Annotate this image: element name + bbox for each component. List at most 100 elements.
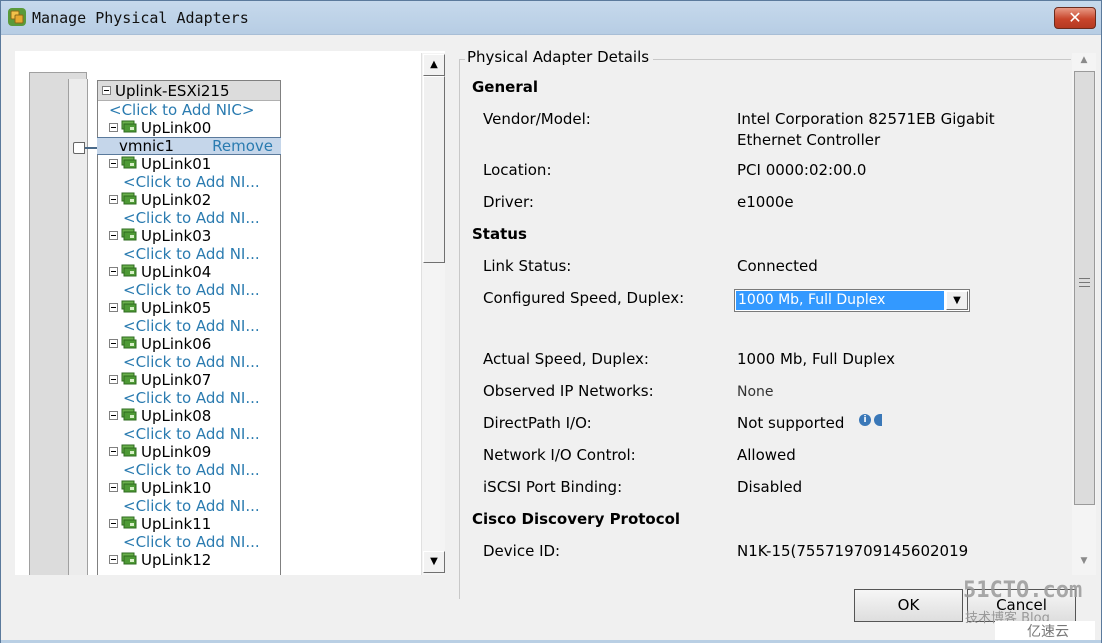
collapse-icon[interactable] — [102, 86, 111, 95]
uplink-row[interactable]: UpLink03 — [98, 227, 280, 245]
chevron-down-icon: ▼ — [953, 295, 961, 306]
collapse-icon[interactable] — [109, 123, 118, 132]
vendor-value-line2: Ethernet Controller — [737, 131, 881, 149]
info-icon[interactable]: i — [859, 414, 871, 426]
window-title: Manage Physical Adapters — [32, 9, 249, 27]
close-button[interactable]: ✕ — [1054, 7, 1096, 29]
location-label: Location: — [483, 161, 552, 179]
remove-nic-link[interactable]: Remove — [212, 137, 273, 155]
arrow-up-icon[interactable]: ▲ — [1072, 55, 1096, 65]
add-nic-row[interactable]: <Click to Add NI... — [98, 425, 280, 443]
scroll-thumb[interactable] — [1074, 71, 1095, 505]
uplink-name: UpLink08 — [141, 407, 212, 425]
uplink-row[interactable]: UpLink10 — [98, 479, 280, 497]
nic-card-icon — [121, 408, 137, 421]
uplink-name: UpLink05 — [141, 299, 212, 317]
uplink-row[interactable]: UpLink11 — [98, 515, 280, 533]
add-nic-link[interactable]: <Click to Add NI... — [123, 281, 260, 299]
observed-ip-label: Observed IP Networks: — [483, 382, 654, 400]
uplink-row[interactable]: UpLink01 — [98, 155, 280, 173]
close-icon: ✕ — [1068, 8, 1082, 27]
left-pane-scrollbar[interactable]: ▲ ▼ — [421, 53, 445, 575]
uplink-name: UpLink00 — [141, 119, 212, 137]
arrow-down-icon[interactable]: ▼ — [1072, 556, 1096, 566]
add-nic-link[interactable]: <Click to Add NI... — [123, 353, 260, 371]
collapse-icon[interactable] — [109, 195, 118, 204]
scroll-down-button[interactable]: ▼ — [423, 551, 445, 573]
add-nic-row[interactable]: <Click to Add NI... — [98, 173, 280, 191]
collapse-icon[interactable] — [109, 519, 118, 528]
dropdown-button[interactable]: ▼ — [946, 291, 968, 310]
add-nic-row[interactable]: <Click to Add NI... — [98, 245, 280, 263]
uplink-row[interactable]: UpLink02 — [98, 191, 280, 209]
title-bar[interactable]: Manage Physical Adapters ✕ — [1, 1, 1101, 35]
manage-physical-adapters-dialog: Manage Physical Adapters ✕ Uplink-ESXi21… — [0, 0, 1102, 643]
add-nic-link[interactable]: <Click to Add NI... — [123, 245, 260, 263]
nic-row-selected[interactable]: vmnic1 Remove — [97, 137, 281, 155]
collapse-icon[interactable] — [109, 267, 118, 276]
collapse-icon[interactable] — [109, 303, 118, 312]
driver-value: e1000e — [737, 193, 794, 211]
add-nic-row[interactable]: <Click to Add NI... — [98, 209, 280, 227]
scroll-thumb[interactable] — [423, 76, 445, 263]
uplink-name: UpLink09 — [141, 443, 212, 461]
iscsi-value: Disabled — [737, 478, 803, 496]
nic-card-icon — [121, 552, 137, 565]
nic-card-icon — [121, 480, 137, 493]
collapse-icon[interactable] — [109, 231, 118, 240]
add-nic-link[interactable]: <Click to Add NI... — [123, 461, 260, 479]
add-nic-row[interactable]: <Click to Add NI... — [98, 389, 280, 407]
add-nic-link[interactable]: <Click to Add NI... — [123, 497, 260, 515]
switch-diagram-pane: Uplink-ESXi215 <Click to Add NIC> UpLink… — [15, 51, 445, 575]
uplink-row[interactable]: UpLink08 — [98, 407, 280, 425]
uplink-row[interactable]: UpLink07 — [98, 371, 280, 389]
uplink-row[interactable]: UpLink06 — [98, 335, 280, 353]
collapse-icon[interactable] — [109, 411, 118, 420]
collapse-icon[interactable] — [109, 375, 118, 384]
nic-card-icon — [121, 120, 137, 133]
collapse-icon[interactable] — [109, 555, 118, 564]
nic-card-icon — [121, 228, 137, 241]
uplink-name: UpLink04 — [141, 263, 212, 281]
add-nic-link[interactable]: <Click to Add NI... — [123, 425, 260, 443]
link-status-value: Connected — [737, 257, 818, 275]
uplink-row[interactable]: UpLink09 — [98, 443, 280, 461]
actual-speed-label: Actual Speed, Duplex: — [483, 350, 649, 368]
add-nic-row[interactable]: <Click to Add NI... — [98, 353, 280, 371]
vsphere-app-icon — [8, 8, 26, 26]
add-nic-link[interactable]: <Click to Add NI... — [123, 209, 260, 227]
ok-button[interactable]: OK — [854, 589, 963, 622]
add-nic-row[interactable]: <Click to Add NIC> — [98, 101, 280, 119]
details-scrollbar[interactable]: ▲ ▼ — [1072, 53, 1096, 575]
uplink-row[interactable]: UpLink00 — [98, 119, 280, 137]
observed-ip-value: None — [737, 384, 774, 400]
section-general: General — [472, 78, 538, 96]
add-nic-link[interactable]: <Click to Add NI... — [123, 173, 260, 191]
uplink-name: UpLink02 — [141, 191, 212, 209]
nic-card-icon — [121, 336, 137, 349]
add-nic-link[interactable]: <Click to Add NI... — [123, 389, 260, 407]
add-nic-link[interactable]: <Click to Add NI... — [123, 533, 260, 551]
collapse-icon[interactable] — [109, 159, 118, 168]
add-nic-row[interactable]: <Click to Add NI... — [98, 317, 280, 335]
uplink-group-header[interactable]: Uplink-ESXi215 — [98, 81, 280, 101]
uplink-row[interactable]: UpLink05 — [98, 299, 280, 317]
info-icon-partial[interactable] — [874, 414, 882, 426]
uplink-row[interactable]: UpLink04 — [98, 263, 280, 281]
add-nic-row[interactable]: <Click to Add NI... — [98, 533, 280, 551]
add-nic-row[interactable]: <Click to Add NI... — [98, 281, 280, 299]
configured-speed-select[interactable]: 1000 Mb, Full Duplex ▼ — [734, 289, 970, 312]
add-nic-link[interactable]: <Click to Add NI... — [123, 317, 260, 335]
uplink-row[interactable]: UpLink12 — [98, 551, 280, 569]
collapse-icon[interactable] — [109, 447, 118, 456]
scroll-up-button[interactable]: ▲ — [423, 54, 445, 76]
add-nic-row[interactable]: <Click to Add NI... — [98, 497, 280, 515]
collapse-icon[interactable] — [109, 339, 118, 348]
link-status-label: Link Status: — [483, 257, 572, 275]
add-nic-link[interactable]: <Click to Add NIC> — [109, 101, 254, 119]
nioc-label: Network I/O Control: — [483, 446, 636, 464]
add-nic-row[interactable]: <Click to Add NI... — [98, 461, 280, 479]
uplink-name: UpLink12 — [141, 551, 212, 569]
collapse-icon[interactable] — [109, 483, 118, 492]
device-id-label: Device ID: — [483, 542, 561, 560]
